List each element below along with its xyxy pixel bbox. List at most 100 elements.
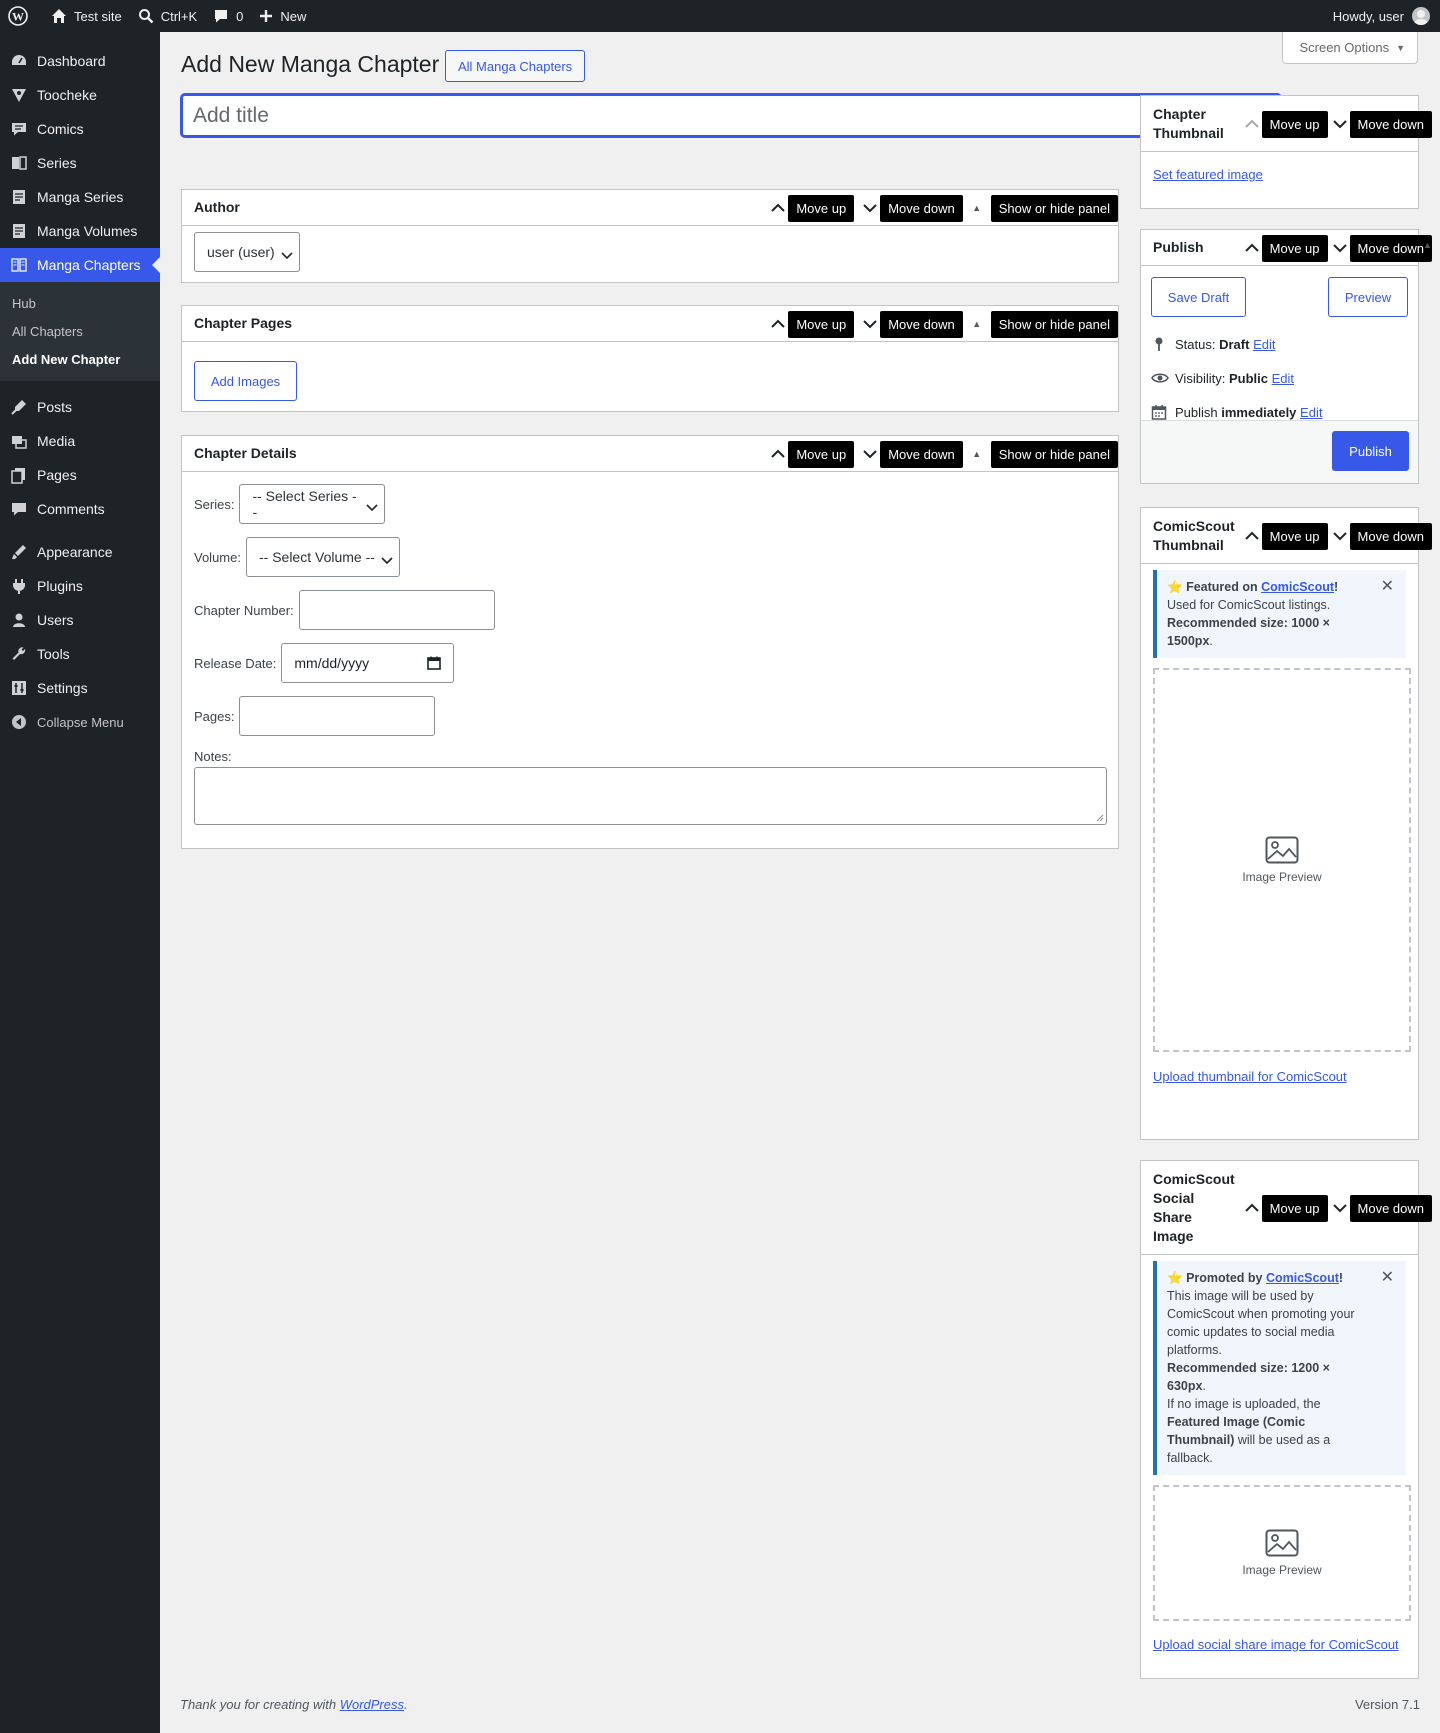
move-up-tooltip: Move up	[788, 310, 855, 338]
move-down-arrow-icon[interactable]	[1330, 1203, 1350, 1213]
edit-publish-date-link[interactable]: Edit	[1300, 405, 1322, 420]
toggle-panel-icon[interactable]: ▲	[967, 449, 987, 459]
main-content: Screen Options ▼ Add New Manga Chapter A…	[160, 32, 1440, 1733]
move-up-arrow-icon[interactable]	[768, 203, 788, 213]
edit-status-link[interactable]: Edit	[1253, 337, 1275, 352]
menu-tools[interactable]: Tools	[0, 637, 160, 671]
admin-sidebar: Dashboard Toocheke Comics Series Manga S…	[0, 32, 160, 1733]
pin-icon	[1155, 337, 1163, 351]
toggle-panel-icon[interactable]: ▲	[967, 319, 987, 329]
chapter-thumbnail-box: Chapter Thumbnail Move up Move down Set …	[1140, 95, 1432, 209]
new-content-link[interactable]: New	[251, 0, 314, 32]
menu-plugins[interactable]: Plugins	[0, 569, 160, 603]
edit-visibility-link[interactable]: Edit	[1272, 371, 1294, 386]
pages-input[interactable]	[239, 696, 436, 736]
manga-series-icon	[9, 187, 29, 207]
move-down-arrow-icon[interactable]	[860, 449, 880, 459]
chapter-number-input[interactable]	[298, 590, 495, 630]
site-name-link[interactable]: Test site	[43, 0, 130, 32]
settings-icon	[9, 678, 29, 698]
release-date-input[interactable]: mm/dd/yyyy	[281, 643, 455, 683]
move-up-arrow-icon[interactable]	[768, 319, 788, 329]
eye-icon	[1151, 373, 1169, 383]
menu-posts[interactable]: Posts	[0, 390, 160, 424]
collapse-menu-button[interactable]: Collapse Menu	[0, 705, 160, 739]
author-select[interactable]: user (user)	[194, 232, 300, 272]
menu-media[interactable]: Media	[0, 424, 160, 458]
menu-manga-series[interactable]: Manga Series	[0, 180, 160, 214]
preview-button[interactable]: Preview	[1328, 277, 1408, 317]
publish-button[interactable]: Publish	[1332, 431, 1409, 471]
menu-appearance[interactable]: Appearance	[0, 535, 160, 569]
menu-users[interactable]: Users	[0, 603, 160, 637]
comicscout-social-box-title: ComicScout Social Share Image	[1153, 1170, 1235, 1244]
all-manga-chapters-button[interactable]: All Manga Chapters	[445, 50, 586, 82]
wordpress-link[interactable]: WordPress	[340, 1697, 404, 1712]
move-up-arrow-icon[interactable]	[1242, 531, 1262, 541]
search-shortcut: Ctrl+K	[160, 8, 198, 24]
screen-options-button[interactable]: Screen Options ▼	[1282, 32, 1418, 64]
calendar-icon[interactable]	[427, 656, 442, 670]
comicscout-link[interactable]: ComicScout	[1266, 1271, 1339, 1285]
set-featured-image-link[interactable]: Set featured image	[1153, 167, 1263, 182]
dismiss-close-icon[interactable]: ✕	[1381, 1269, 1394, 1287]
toggle-panel-tooltip: Show or hide panel	[990, 194, 1118, 222]
move-down-arrow-icon[interactable]	[860, 319, 880, 329]
move-up-tooltip: Move up	[1261, 110, 1328, 138]
move-down-arrow-icon[interactable]	[1330, 119, 1350, 129]
users-icon	[9, 610, 29, 630]
comments-link[interactable]: 0	[205, 0, 251, 32]
move-up-arrow-icon[interactable]	[768, 449, 788, 459]
toggle-panel-icon[interactable]: ▲	[967, 203, 987, 213]
submenu-all-chapters[interactable]: All Chapters	[0, 317, 160, 345]
move-down-arrow-icon[interactable]	[1330, 243, 1350, 253]
volume-select[interactable]: -- Select Volume --	[245, 537, 400, 577]
manga-chapters-submenu: Hub All Chapters Add New Chapter	[0, 282, 160, 381]
my-account[interactable]: Howdy, user	[1333, 7, 1440, 25]
submenu-hub[interactable]: Hub	[0, 289, 160, 317]
move-up-arrow-icon[interactable]	[1242, 1203, 1262, 1213]
upload-thumbnail-link[interactable]: Upload thumbnail for ComicScout	[1153, 1069, 1347, 1084]
comicscout-thumbnail-box-title: ComicScout Thumbnail	[1153, 517, 1235, 553]
submenu-add-new-chapter[interactable]: Add New Chapter	[0, 345, 160, 373]
menu-toocheke[interactable]: Toocheke	[0, 78, 160, 112]
move-down-arrow-icon[interactable]	[860, 203, 880, 213]
menu-settings[interactable]: Settings	[0, 671, 160, 705]
add-images-button[interactable]: Add Images	[194, 361, 297, 401]
menu-manga-chapters[interactable]: Manga Chapters	[0, 248, 160, 282]
move-up-arrow-icon[interactable]	[1242, 243, 1262, 253]
comicscout-link[interactable]: ComicScout	[1261, 580, 1334, 594]
toggle-panel-icon[interactable]: ▲	[1423, 240, 1432, 250]
command-search[interactable]: Ctrl+K	[130, 0, 205, 32]
move-down-tooltip: Move down	[1349, 110, 1432, 138]
move-up-arrow-icon[interactable]	[1242, 119, 1262, 129]
plugins-icon	[9, 576, 29, 596]
menu-series[interactable]: Series	[0, 146, 160, 180]
wordpress-logo-icon[interactable]: W	[0, 0, 43, 32]
menu-comments[interactable]: Comments	[0, 492, 160, 526]
move-down-arrow-icon[interactable]	[1330, 531, 1350, 541]
star-icon: ⭐	[1167, 1271, 1183, 1285]
upload-social-image-link[interactable]: Upload social share image for ComicScout	[1153, 1637, 1399, 1652]
menu-dashboard[interactable]: Dashboard	[0, 44, 160, 78]
chevron-down-icon	[381, 552, 393, 568]
search-icon	[138, 9, 154, 24]
menu-pages[interactable]: Pages	[0, 458, 160, 492]
dismiss-close-icon[interactable]: ✕	[1381, 578, 1394, 596]
social-image-preview[interactable]: Image Preview	[1153, 1485, 1411, 1621]
move-up-tooltip: Move up	[788, 194, 855, 222]
resize-handle-icon[interactable]	[1096, 814, 1104, 822]
post-title-input[interactable]	[181, 94, 1281, 137]
footer-version: Version 7.1	[1354, 1697, 1420, 1712]
chapter-details-box-title: Chapter Details	[194, 445, 297, 462]
thumbnail-image-preview[interactable]: Image Preview	[1153, 668, 1411, 1052]
move-down-tooltip: Move down	[880, 194, 963, 222]
menu-comics[interactable]: Comics	[0, 112, 160, 146]
move-down-tooltip: Move down	[880, 310, 963, 338]
comicscout-social-box: ComicScout Social Share Image Move up Mo…	[1140, 1160, 1432, 1679]
menu-manga-volumes[interactable]: Manga Volumes	[0, 214, 160, 248]
series-select[interactable]: -- Select Series --	[239, 484, 386, 524]
notes-textarea[interactable]	[194, 767, 1107, 825]
visibility-row: Visibility: Public Edit	[1151, 361, 1406, 395]
save-draft-button[interactable]: Save Draft	[1151, 277, 1246, 317]
